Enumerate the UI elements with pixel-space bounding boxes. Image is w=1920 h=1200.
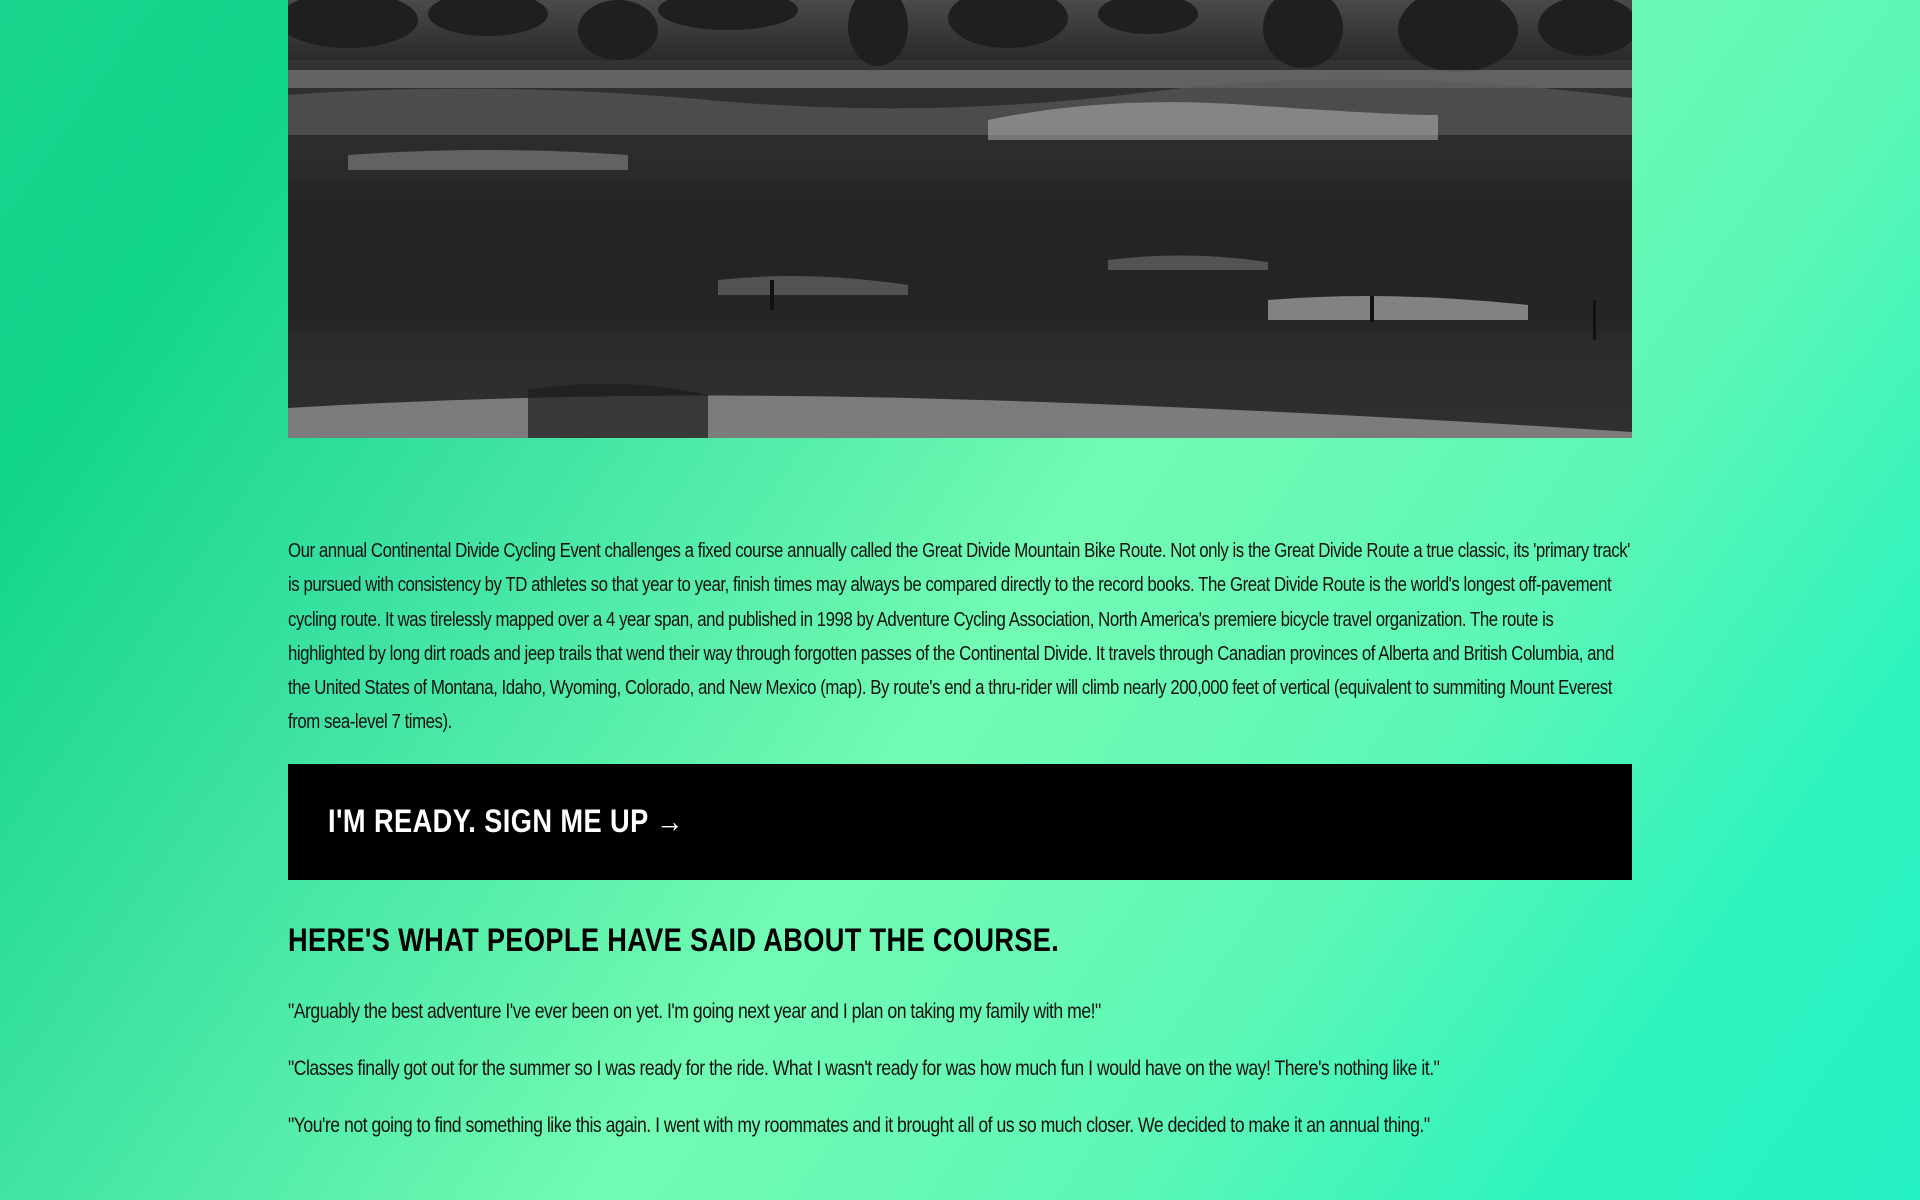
- sign-up-button-label: I'M READY. SIGN ME UP →: [328, 803, 684, 840]
- testimonials-heading: HERE'S WHAT PEOPLE HAVE SAID ABOUT THE C…: [288, 921, 1060, 958]
- sign-up-button[interactable]: I'M READY. SIGN ME UP →: [288, 763, 1632, 880]
- testimonials-list: "Arguably the best adventure I've ever b…: [288, 996, 1632, 1140]
- testimonial-quote: "Classes finally got out for the summer …: [288, 1055, 1440, 1080]
- testimonial-quote: "You're not going to find something like…: [288, 1112, 1430, 1137]
- testimonial-quote: "Arguably the best adventure I've ever b…: [288, 998, 1101, 1023]
- landscape-photo: [288, 0, 1632, 438]
- course-description: Our annual Continental Divide Cycling Ev…: [288, 539, 1630, 734]
- main-content: Our annual Continental Divide Cycling Ev…: [288, 0, 1632, 1167]
